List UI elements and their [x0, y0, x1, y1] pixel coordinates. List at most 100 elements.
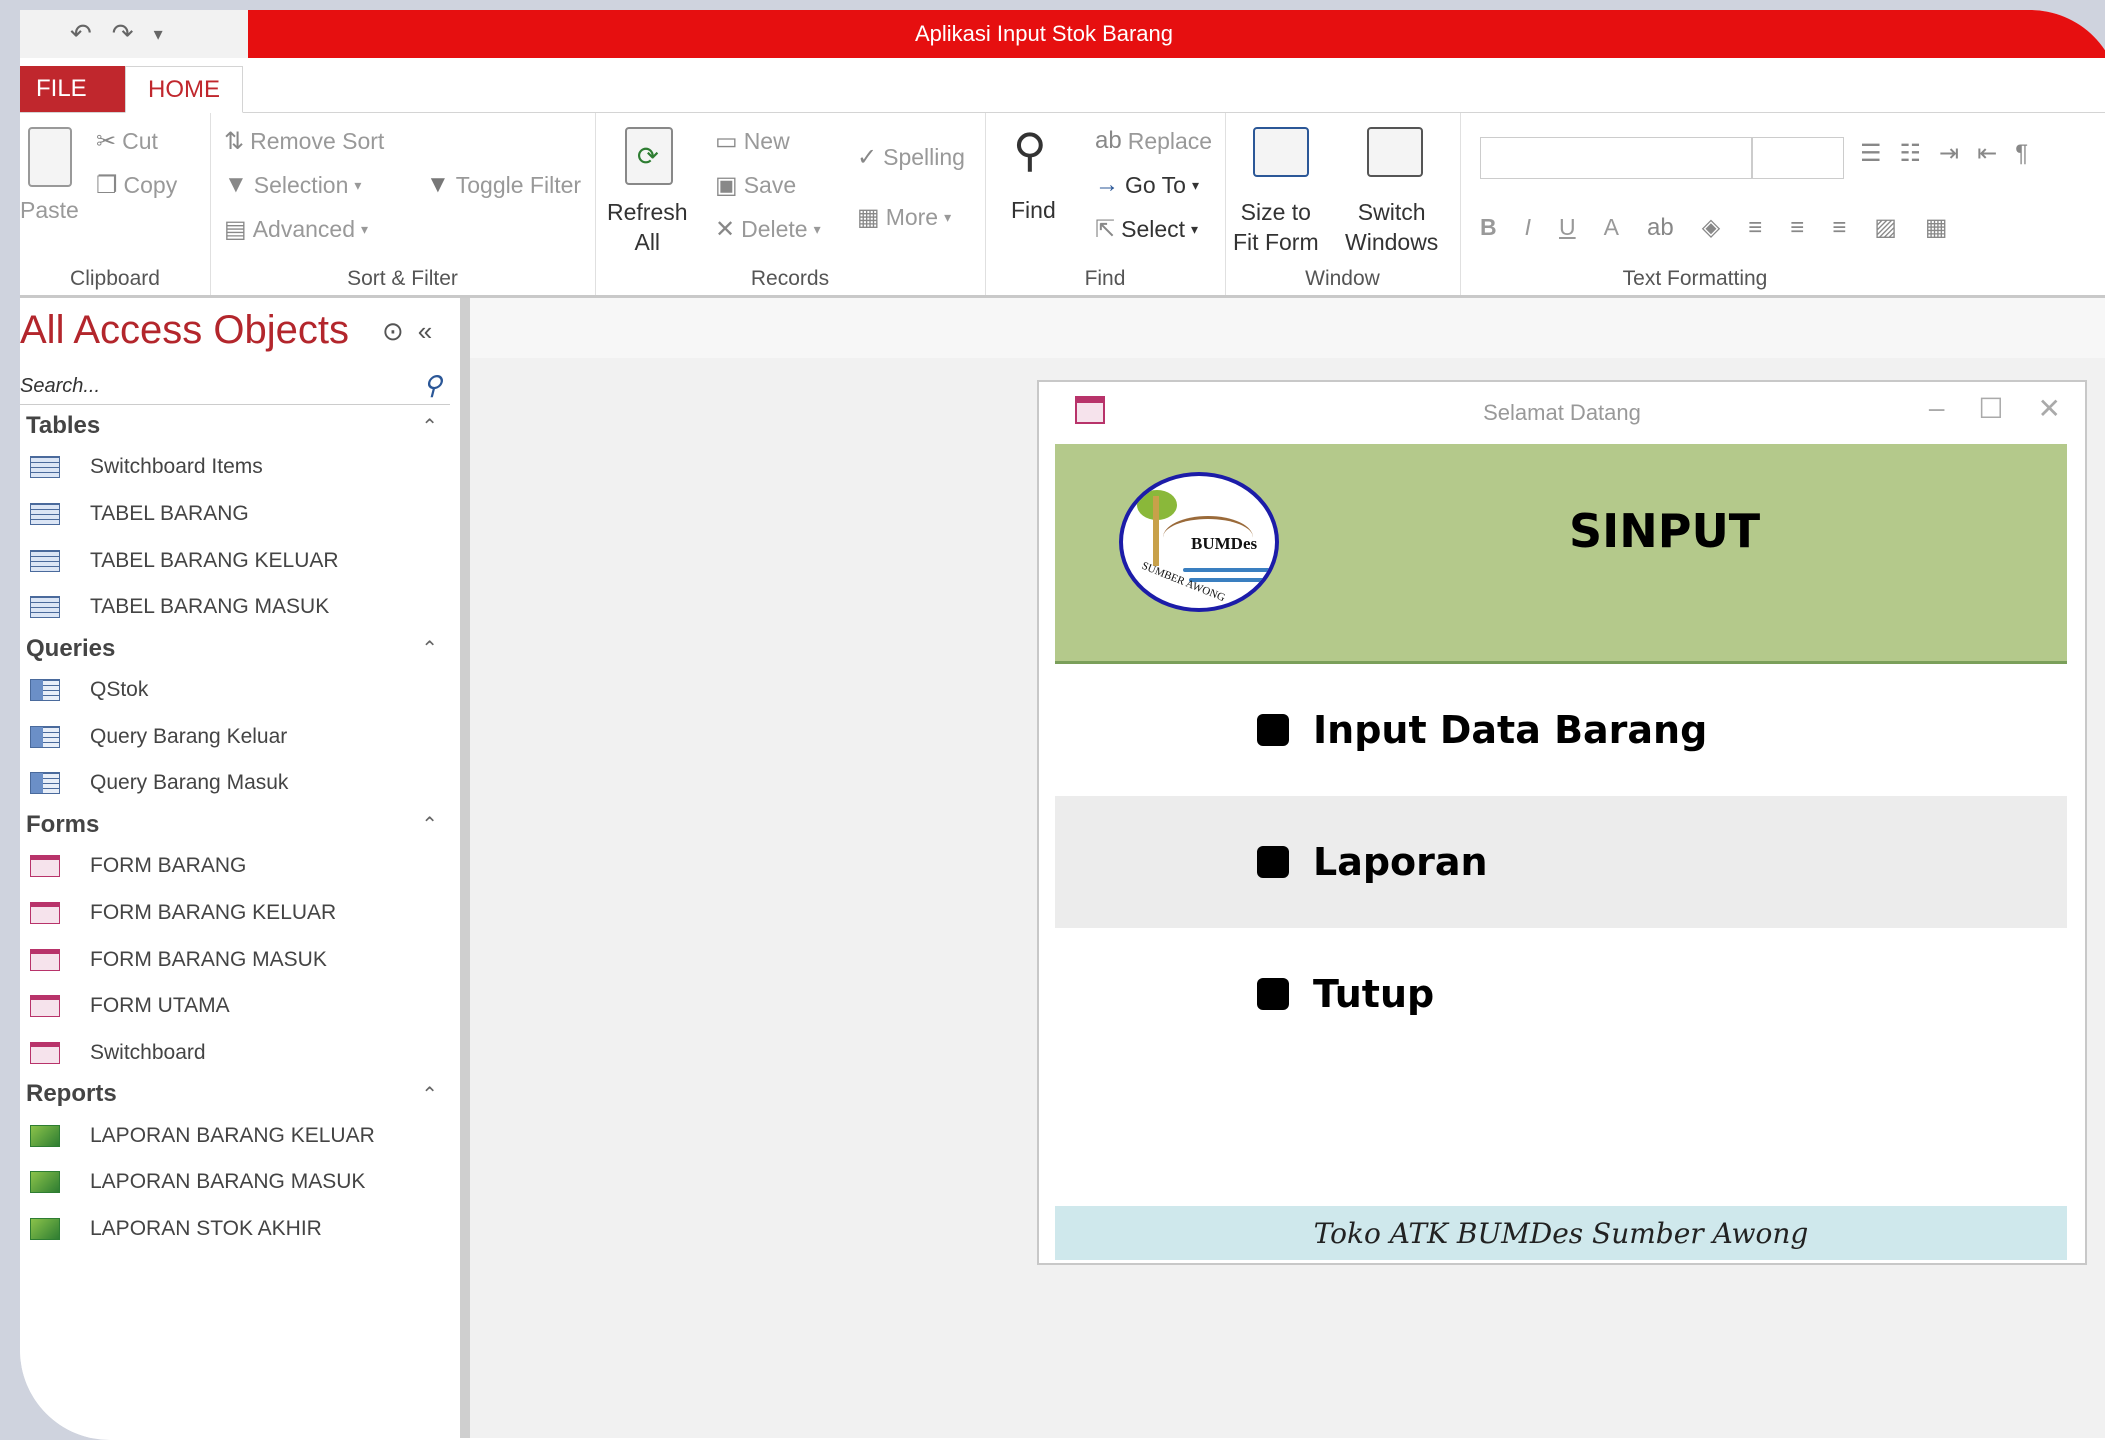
- select-button[interactable]: ⇱ Select ▾: [1095, 215, 1198, 244]
- new-record-icon: ▭: [715, 128, 738, 155]
- group-label-clipboard: Clipboard: [70, 267, 160, 290]
- nav-item-tabel-barang-masuk[interactable]: TABEL BARANG MASUK: [20, 584, 450, 631]
- align-right-icon[interactable]: ≡: [1832, 214, 1846, 242]
- group-label-records: Records: [750, 267, 830, 290]
- menu-item-label: Input Data Barang: [1313, 708, 1708, 752]
- funnel-icon: ▼: [426, 171, 450, 198]
- underline-button[interactable]: U: [1559, 214, 1576, 241]
- italic-button[interactable]: I: [1525, 214, 1531, 241]
- nav-pane-title[interactable]: All Access Objects: [20, 308, 349, 353]
- nav-item-form-barang[interactable]: FORM BARANG: [20, 843, 450, 890]
- nav-item-laporan-barang-masuk[interactable]: LAPORAN BARANG MASUK: [20, 1159, 450, 1206]
- nav-item-tabel-barang[interactable]: TABEL BARANG: [20, 491, 450, 538]
- search-icon[interactable]: ⚲: [423, 370, 442, 401]
- numbered-list-icon[interactable]: ☷: [1900, 139, 1922, 168]
- bold-button[interactable]: B: [1480, 214, 1497, 241]
- refresh-icon: ⟳: [625, 127, 673, 185]
- menu-item-input-data-barang[interactable]: Input Data Barang: [1055, 664, 2067, 796]
- advanced-button[interactable]: ▤ Advanced ▾: [224, 215, 368, 244]
- spelling-button[interactable]: ✓ Spelling: [857, 143, 965, 172]
- filter-icon: ▼: [224, 171, 248, 198]
- window-title: Aplikasi Input Stok Barang: [914, 21, 1174, 46]
- copy-button[interactable]: ❐ Copy: [96, 171, 177, 200]
- category-forms[interactable]: Forms ⌃: [20, 807, 450, 843]
- selection-button[interactable]: ▼ Selection ▾: [224, 171, 361, 199]
- remove-sort-button[interactable]: ⇅ Remove Sort: [224, 127, 384, 156]
- menu-bullet-icon: [1257, 978, 1289, 1010]
- indent-icon[interactable]: ⇥: [1939, 139, 1959, 168]
- font-size-select[interactable]: [1752, 137, 1844, 179]
- form-footer: Toko ATK BUMDes Sumber Awong: [1055, 1206, 2067, 1260]
- title-bar: Aplikasi Input Stok Barang: [248, 10, 2105, 58]
- new-record-button[interactable]: ▭ New: [715, 127, 790, 156]
- paste-button[interactable]: Paste: [20, 197, 79, 224]
- nav-item-tabel-barang-keluar[interactable]: TABEL BARANG KELUAR: [20, 537, 450, 584]
- menu-bullet-icon: [1257, 846, 1289, 878]
- highlight-icon[interactable]: ab: [1647, 214, 1674, 242]
- background-image-icon[interactable]: ▨: [1874, 213, 1897, 242]
- menu-item-label: Laporan: [1313, 840, 1488, 884]
- nav-menu-icon[interactable]: ⊙: [382, 316, 404, 347]
- arrow-right-icon: →: [1095, 171, 1119, 198]
- undo-icon[interactable]: ↶: [70, 19, 92, 49]
- customize-qat-icon[interactable]: ▾: [154, 24, 163, 45]
- goto-button[interactable]: → Go To ▾: [1095, 171, 1199, 199]
- nav-item-query-barang-keluar[interactable]: Query Barang Keluar: [20, 713, 450, 760]
- save-icon: ▣: [715, 172, 738, 199]
- nav-item-query-barang-masuk[interactable]: Query Barang Masuk: [20, 760, 450, 807]
- nav-item-switchboard[interactable]: Switchboard: [20, 1030, 450, 1077]
- form-title-bar: Selamat Datang – ☐ ✕: [1039, 382, 2085, 444]
- replace-button[interactable]: ab Replace: [1095, 127, 1212, 155]
- find-button[interactable]: Find: [1011, 197, 1056, 224]
- font-name-select[interactable]: [1480, 137, 1752, 179]
- group-label-find: Find: [1084, 267, 1126, 290]
- query-icon: [30, 679, 60, 702]
- paragraph-icon[interactable]: ¶: [2015, 140, 2028, 168]
- tab-home[interactable]: HOME: [125, 66, 243, 113]
- refresh-all-button[interactable]: Refresh All: [607, 197, 688, 257]
- nav-item-qstok[interactable]: QStok: [20, 667, 450, 714]
- nav-item-laporan-barang-keluar[interactable]: LAPORAN BARANG KELUAR: [20, 1112, 450, 1159]
- font-color-button[interactable]: A: [1604, 214, 1619, 241]
- save-record-button[interactable]: ▣ Save: [715, 171, 796, 200]
- form-title: Selamat Datang: [1483, 400, 1641, 425]
- nav-search-input[interactable]: Search... ⚲: [20, 368, 450, 405]
- collapse-chevron-icon: ⌃: [421, 415, 438, 438]
- form-icon: [30, 855, 60, 878]
- toggle-filter-button[interactable]: ▼ Toggle Filter: [426, 171, 581, 199]
- nav-item-form-barang-masuk[interactable]: FORM BARANG MASUK: [20, 936, 450, 983]
- outdent-icon[interactable]: ⇤: [1977, 139, 1997, 168]
- collapse-chevron-icon: ⌃: [421, 814, 438, 837]
- menu-item-tutup[interactable]: Tutup: [1055, 928, 2067, 1060]
- bullet-list-icon[interactable]: ☰: [1860, 139, 1882, 168]
- fill-color-icon[interactable]: ◈: [1702, 213, 1720, 242]
- cut-button[interactable]: ✂ Cut: [96, 127, 158, 156]
- menu-item-laporan[interactable]: Laporan: [1055, 796, 2067, 928]
- copy-icon: ❐: [96, 172, 118, 199]
- sort-az-icon: ⇅: [224, 128, 245, 155]
- align-center-icon[interactable]: ≡: [1790, 214, 1804, 242]
- nav-item-switchboard-items[interactable]: Switchboard Items: [20, 444, 450, 491]
- tab-file[interactable]: FILE: [20, 66, 125, 112]
- app-name-heading: SINPUT: [1569, 504, 1761, 558]
- category-queries[interactable]: Queries ⌃: [20, 631, 450, 667]
- category-reports[interactable]: Reports ⌃: [20, 1076, 450, 1112]
- collapse-pane-icon[interactable]: «: [418, 316, 432, 347]
- group-sort-filter: ⇅ Remove Sort ▼ Selection ▾ ▤ Advanced ▾ ▼ Tog…: [210, 113, 596, 295]
- delete-record-button[interactable]: ✕ Delete ▾: [715, 215, 821, 244]
- close-icon[interactable]: ✕: [2038, 392, 2061, 425]
- category-tables[interactable]: Tables ⌃: [20, 408, 450, 444]
- nav-item-laporan-stok-akhir[interactable]: LAPORAN STOK AKHIR: [20, 1206, 450, 1253]
- align-left-icon[interactable]: ≡: [1748, 214, 1762, 242]
- redo-icon[interactable]: ↷: [112, 19, 134, 49]
- nav-item-form-utama[interactable]: FORM UTAMA: [20, 983, 450, 1030]
- maximize-icon[interactable]: ☐: [1978, 392, 2003, 425]
- switch-windows-button[interactable]: Switch Windows: [1345, 197, 1438, 257]
- delete-x-icon: ✕: [715, 216, 736, 243]
- minimize-icon[interactable]: –: [1929, 392, 1945, 425]
- group-label-sort-filter: Sort & Filter: [347, 267, 458, 290]
- gridlines-icon[interactable]: ▦: [1925, 213, 1948, 242]
- nav-item-form-barang-keluar[interactable]: FORM BARANG KELUAR: [20, 890, 450, 937]
- more-button[interactable]: ▦ More ▾: [857, 203, 951, 232]
- size-to-fit-form-button[interactable]: Size to Fit Form: [1233, 197, 1319, 257]
